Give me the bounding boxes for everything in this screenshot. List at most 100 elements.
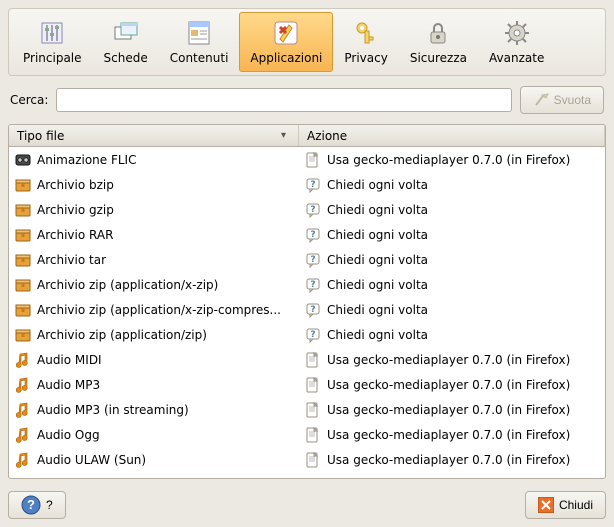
table-row[interactable]: Audio ULAW (Sun) Usa gecko-mediaplayer 0.… xyxy=(9,447,605,472)
filetype-table: Tipo file ▾ Azione Animazione FLIC Usa ge… xyxy=(8,124,606,479)
tab-label: Schede xyxy=(104,51,148,65)
tab-label: Contenuti xyxy=(170,51,229,65)
clear-label: Svuota xyxy=(554,93,591,107)
search-row: Cerca: Svuota xyxy=(8,84,606,116)
clear-button[interactable]: Svuota xyxy=(520,86,604,114)
filetype-label: Audio MP3 (in streaming) xyxy=(37,403,189,417)
action-icon xyxy=(305,152,321,168)
toolbar: Principale Schede Contenuti Applicazioni… xyxy=(8,8,606,76)
tab-applicazioni[interactable]: Applicazioni xyxy=(239,12,333,72)
tab-sicurezza[interactable]: Sicurezza xyxy=(399,12,478,72)
filetype-label: Archivio bzip xyxy=(37,178,114,192)
action-label: Chiedi ogni volta xyxy=(327,178,428,192)
action-icon xyxy=(305,227,321,243)
filetype-label: Archivio tar xyxy=(37,253,106,267)
sort-indicator-icon: ▾ xyxy=(281,130,286,141)
filetype-icon xyxy=(15,227,31,243)
filetype-icon xyxy=(15,377,31,393)
action-label: Usa gecko-mediaplayer 0.7.0 (in Firefox) xyxy=(327,353,570,367)
broom-icon xyxy=(533,92,549,108)
help-icon xyxy=(21,495,41,515)
table-row[interactable]: Archivio bzip Chiedi ogni volta xyxy=(9,172,605,197)
table-row[interactable]: Audio Ogg Usa gecko-mediaplayer 0.7.0 (in… xyxy=(9,422,605,447)
key-icon xyxy=(350,17,382,49)
applications-icon xyxy=(270,17,302,49)
column-label: Azione xyxy=(307,129,347,143)
column-label: Tipo file xyxy=(17,129,64,143)
filetype-label: Archivio gzip xyxy=(37,203,114,217)
action-label: Chiedi ogni volta xyxy=(327,253,428,267)
table-header: Tipo file ▾ Azione xyxy=(9,125,605,147)
tab-avanzate[interactable]: Avanzate xyxy=(478,12,555,72)
action-icon xyxy=(305,377,321,393)
action-icon xyxy=(305,327,321,343)
table-row[interactable]: Archivio zip (application/zip) Chiedi ogn… xyxy=(9,322,605,347)
lock-icon xyxy=(422,17,454,49)
contents-icon xyxy=(183,17,215,49)
action-label: Chiedi ogni volta xyxy=(327,278,428,292)
table-row[interactable]: Archivio tar Chiedi ogni volta xyxy=(9,247,605,272)
action-icon xyxy=(305,452,321,468)
tab-label: Applicazioni xyxy=(250,51,322,65)
tab-principale[interactable]: Principale xyxy=(12,12,93,72)
filetype-icon xyxy=(15,402,31,418)
gear-icon xyxy=(501,17,533,49)
table-row[interactable]: Archivio gzip Chiedi ogni volta xyxy=(9,197,605,222)
filetype-icon xyxy=(15,427,31,443)
column-tipo[interactable]: Tipo file ▾ xyxy=(9,125,299,146)
table-row[interactable]: Audio MP3Usa gecko-mediaplayer 0.7.0 (in… xyxy=(9,372,605,397)
tab-label: Sicurezza xyxy=(410,51,467,65)
filetype-label: Audio MIDI xyxy=(37,353,102,367)
action-label: Chiedi ogni volta xyxy=(327,303,428,317)
close-icon xyxy=(538,497,554,513)
table-row[interactable]: Animazione FLIC Usa gecko-mediaplayer 0.7… xyxy=(9,147,605,172)
table-row[interactable]: Audio MP3 (in streaming) Usa gecko-mediap… xyxy=(9,397,605,422)
table-body[interactable]: Animazione FLIC Usa gecko-mediaplayer 0.7… xyxy=(9,147,605,478)
filetype-icon xyxy=(15,327,31,343)
action-icon xyxy=(305,202,321,218)
help-label: ? xyxy=(46,498,53,512)
table-row[interactable]: Archivio RARChiedi ogni volta xyxy=(9,222,605,247)
filetype-icon xyxy=(15,302,31,318)
filetype-label: Archivio zip (application/zip) xyxy=(37,328,207,342)
tabs-icon xyxy=(110,17,142,49)
tab-contenuti[interactable]: Contenuti xyxy=(159,12,240,72)
action-icon xyxy=(305,252,321,268)
filetype-icon xyxy=(15,177,31,193)
action-icon xyxy=(305,402,321,418)
search-input[interactable] xyxy=(56,88,511,112)
filetype-icon xyxy=(15,202,31,218)
table-row[interactable]: Archivio zip (application/x-zip-compres.… xyxy=(9,297,605,322)
action-icon xyxy=(305,302,321,318)
tab-privacy[interactable]: Privacy xyxy=(333,12,398,72)
action-label: Usa gecko-mediaplayer 0.7.0 (in Firefox) xyxy=(327,153,570,167)
filetype-label: Audio ULAW (Sun) xyxy=(37,453,146,467)
action-label: Chiedi ogni volta xyxy=(327,203,428,217)
filetype-label: Audio Ogg xyxy=(37,428,100,442)
table-row[interactable]: Archivio zip (application/x-zip) Chiedi o… xyxy=(9,272,605,297)
column-azione[interactable]: Azione xyxy=(299,125,605,146)
sliders-icon xyxy=(36,17,68,49)
tab-label: Principale xyxy=(23,51,82,65)
search-label: Cerca: xyxy=(10,93,48,107)
action-label: Usa gecko-mediaplayer 0.7.0 (in Firefox) xyxy=(327,403,570,417)
filetype-label: Archivio zip (application/x-zip-compres.… xyxy=(37,303,281,317)
filetype-icon xyxy=(15,452,31,468)
tab-schede[interactable]: Schede xyxy=(93,12,159,72)
filetype-icon xyxy=(15,352,31,368)
filetype-label: Animazione FLIC xyxy=(37,153,136,167)
help-button[interactable]: ? xyxy=(8,491,66,519)
filetype-icon xyxy=(15,152,31,168)
action-label: Usa gecko-mediaplayer 0.7.0 (in Firefox) xyxy=(327,428,570,442)
filetype-label: Archivio zip (application/x-zip) xyxy=(37,278,218,292)
close-button[interactable]: Chiudi xyxy=(525,491,606,519)
action-label: Chiedi ogni volta xyxy=(327,228,428,242)
action-icon xyxy=(305,277,321,293)
table-row[interactable]: Audio MIDI Usa gecko-mediaplayer 0.7.0 (i… xyxy=(9,347,605,372)
tab-label: Avanzate xyxy=(489,51,544,65)
action-label: Chiedi ogni volta xyxy=(327,328,428,342)
action-label: Usa gecko-mediaplayer 0.7.0 (in Firefox) xyxy=(327,378,570,392)
footer: ? Chiudi xyxy=(8,487,606,519)
filetype-icon xyxy=(15,252,31,268)
action-label: Usa gecko-mediaplayer 0.7.0 (in Firefox) xyxy=(327,453,570,467)
